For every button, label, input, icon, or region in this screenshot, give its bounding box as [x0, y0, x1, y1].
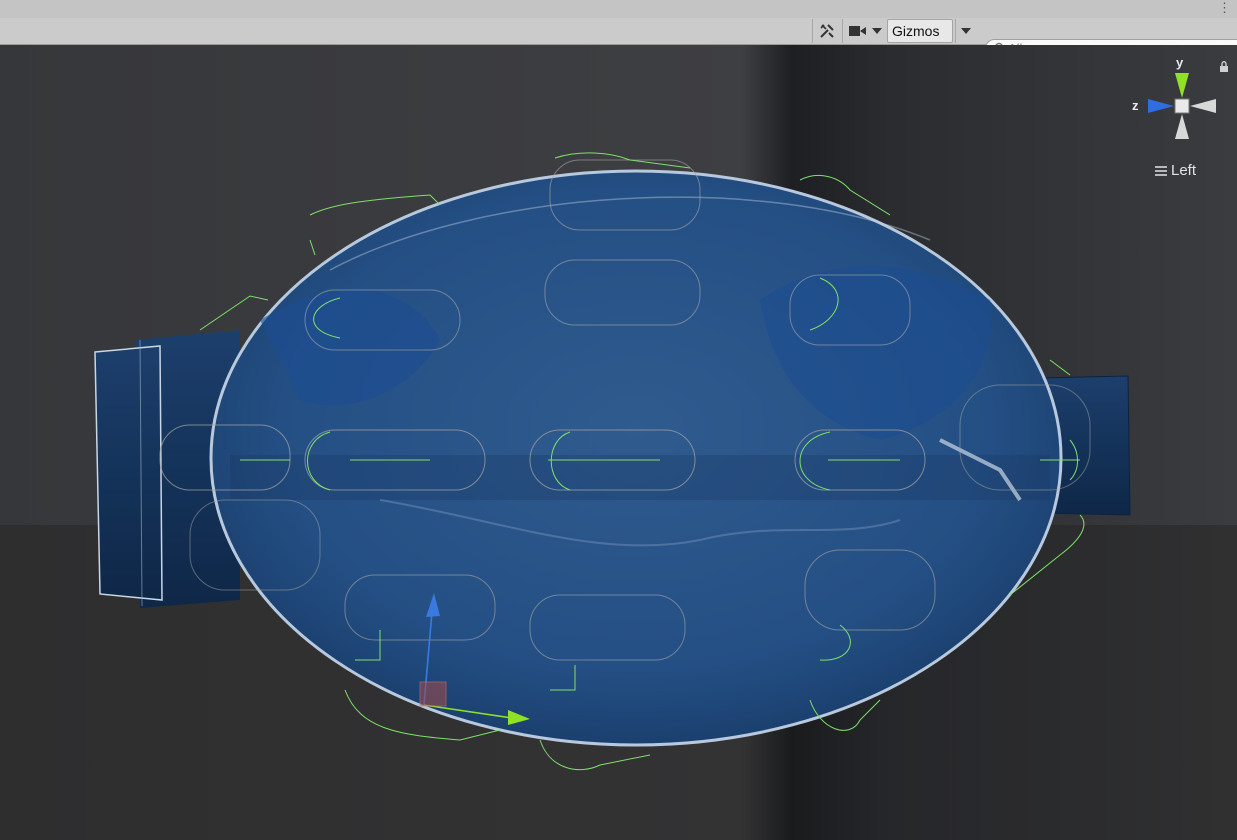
camera-settings-button[interactable]	[842, 19, 887, 43]
tools-button[interactable]	[812, 19, 841, 43]
hamburger-icon	[1155, 165, 1167, 176]
gizmos-button[interactable]: Gizmos	[887, 19, 953, 43]
scene-toolbar: Gizmos	[0, 18, 1237, 58]
dropdown-icon	[961, 28, 971, 34]
scene-viewport[interactable]: y z	[0, 45, 1237, 840]
more-options-icon[interactable]: ⋮	[1218, 0, 1231, 16]
window-top-strip: ⋮	[0, 0, 1237, 19]
dropdown-icon	[871, 28, 882, 34]
tools-icon	[820, 24, 834, 38]
view-mode-label[interactable]: Left	[1155, 162, 1196, 179]
gizmos-dropdown-button[interactable]	[955, 19, 976, 43]
axis-z-label: z	[1132, 98, 1139, 113]
view-name: Left	[1171, 162, 1197, 179]
camera-icon	[848, 26, 866, 36]
axis-y-label: y	[1176, 55, 1184, 70]
lock-icon[interactable]	[1219, 61, 1229, 72]
